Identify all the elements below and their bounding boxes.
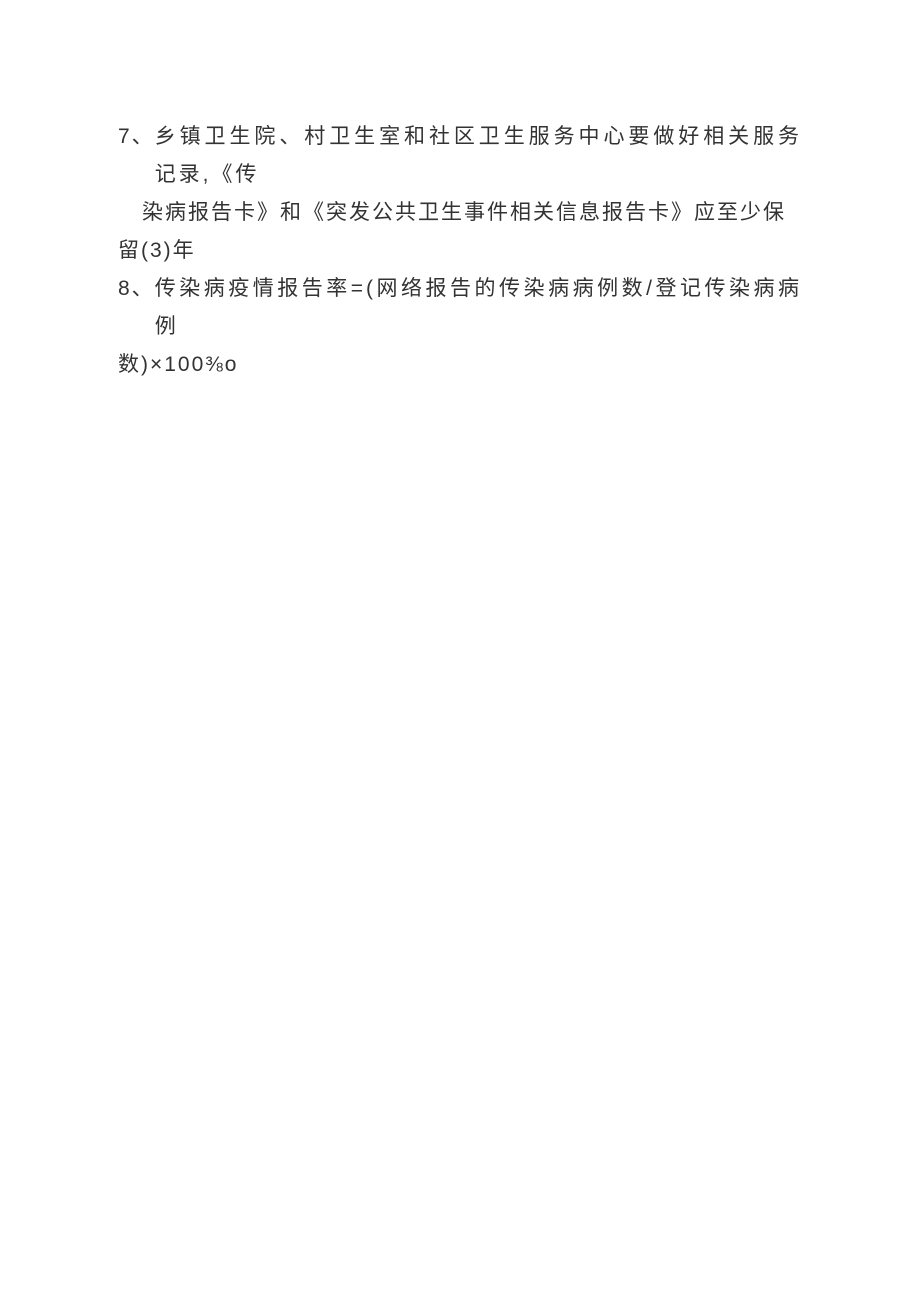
list-item-8: 8、 传染病疫情报告率=(网络报告的传染病病例数/登记传染病病例 <box>118 270 802 346</box>
item-text-line3: 留(3)年 <box>118 232 802 270</box>
item-text-line2: 染病报告卡》和《突发公共卫生事件相关信息报告卡》应至少保 <box>118 194 802 232</box>
item-text-line1: 传染病疫情报告率=(网络报告的传染病病例数/登记传染病病例 <box>155 270 802 346</box>
item-number: 8、 <box>118 270 155 346</box>
list-item-7: 7、 乡镇卫生院、村卫生室和社区卫生服务中心要做好相关服务记录,《传 <box>118 118 802 194</box>
document-content: 7、 乡镇卫生院、村卫生室和社区卫生服务中心要做好相关服务记录,《传 染病报告卡… <box>118 118 802 384</box>
item-text-line1: 乡镇卫生院、村卫生室和社区卫生服务中心要做好相关服务记录,《传 <box>155 118 802 194</box>
item-number: 7、 <box>118 118 155 194</box>
item-text-line2: 数)×100⅜o <box>118 346 802 384</box>
